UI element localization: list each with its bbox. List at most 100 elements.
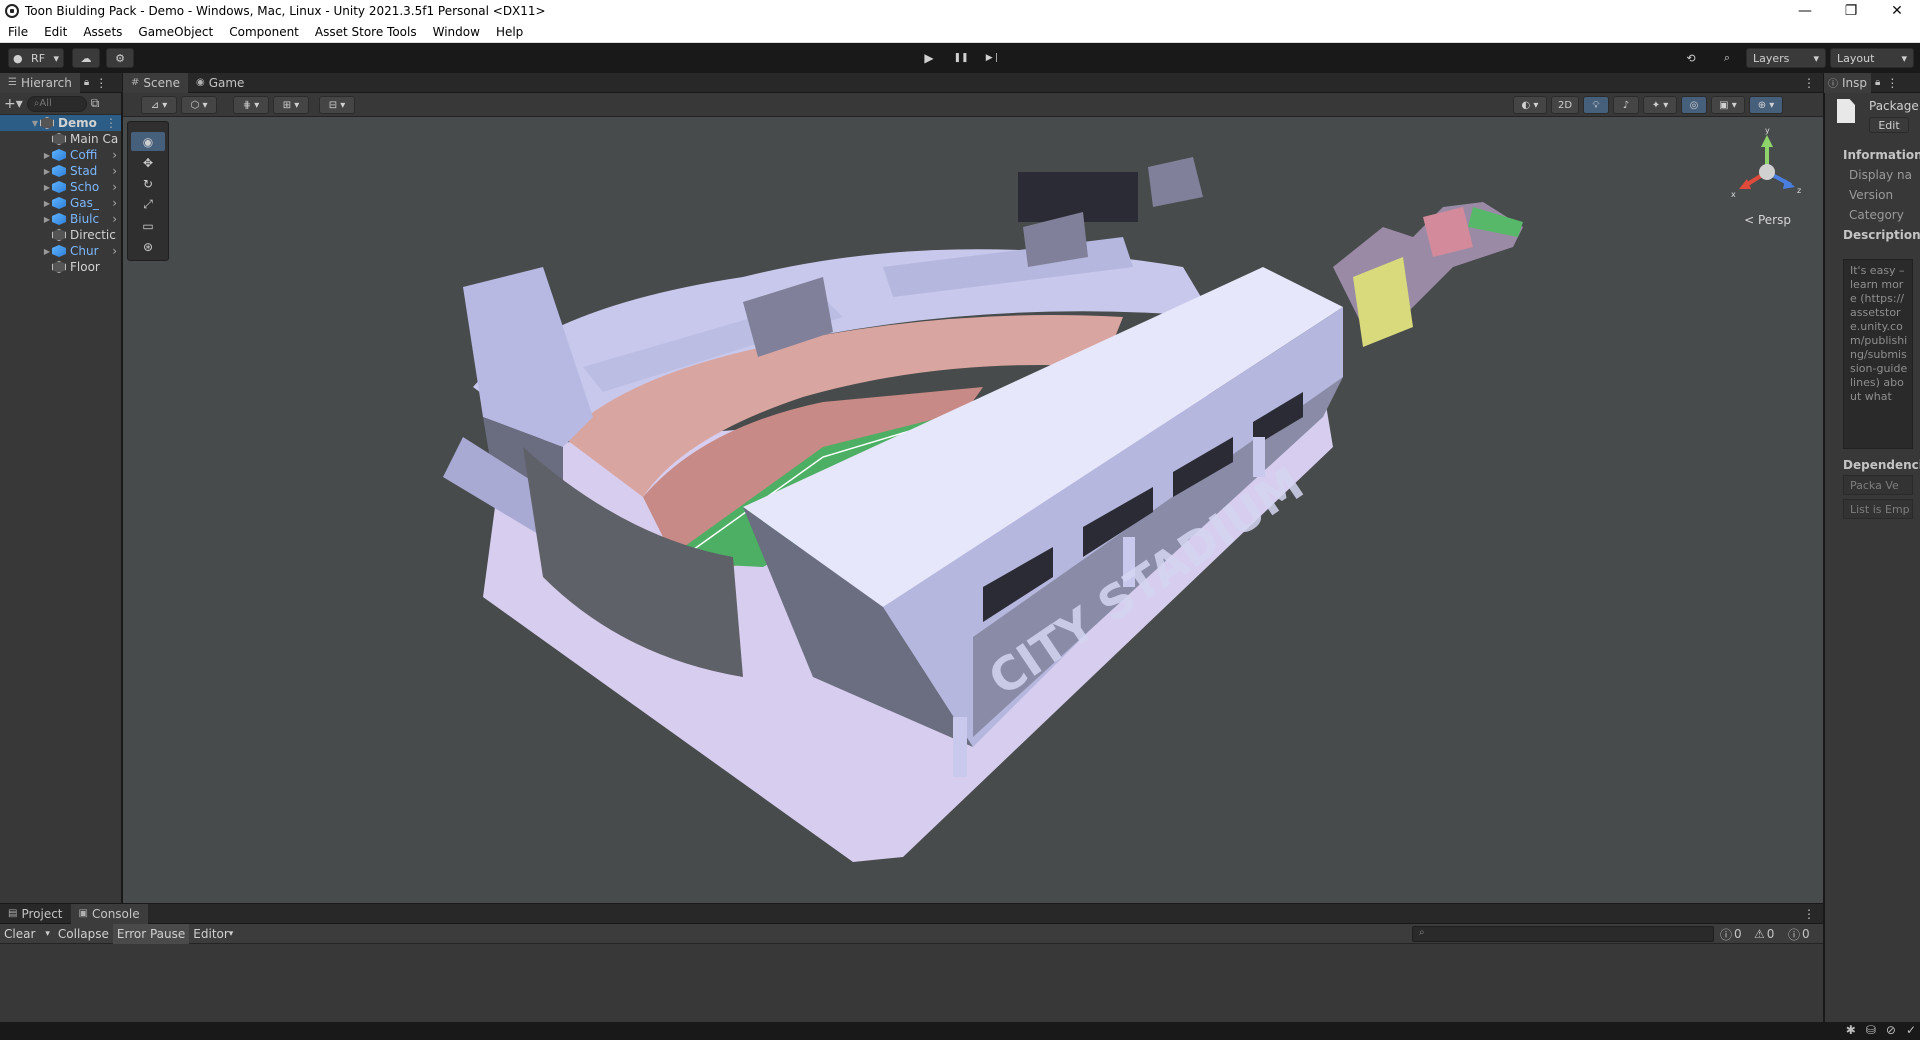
menu-component[interactable]: Component <box>221 25 307 39</box>
menu-edit[interactable]: Edit <box>36 25 75 39</box>
kebab-menu-icon[interactable]: ⋮ <box>1886 76 1898 90</box>
debug-off-icon[interactable]: ⊘ <box>1886 1023 1896 1037</box>
view-tool-button[interactable]: ◉ <box>131 132 165 151</box>
editor-dropdown[interactable]: Editor ▾ <box>189 924 237 944</box>
description-textarea[interactable]: It's easy – learn more (https://assetsto… <box>1843 259 1913 449</box>
clear-button[interactable]: Clear ▾ <box>0 924 54 944</box>
mode-2d-toggle[interactable]: 2D <box>1551 96 1579 114</box>
kebab-menu-icon[interactable]: ⋮ <box>105 116 117 130</box>
camera-dropdown[interactable]: ▣ ▾ <box>1711 96 1745 114</box>
database-icon[interactable]: ⛁ <box>1866 1023 1876 1037</box>
hierarchy-item[interactable]: ▶ Stad › <box>0 163 121 179</box>
log-count-toggle[interactable]: ⓘ 0 <box>1720 925 1742 943</box>
scene-viewport[interactable]: CITY STADIUM ◉ ✥ ↻ ⤢ ▭ ⊛ y x z < Persp <box>123 117 1823 903</box>
search-button[interactable]: ⌕ <box>1712 48 1742 68</box>
scene-visibility-toggle[interactable]: ◎ <box>1681 96 1707 114</box>
scale-tool-button[interactable]: ⤢ <box>131 195 165 214</box>
shading-mode-dropdown[interactable]: ◐ ▾ <box>1513 96 1547 114</box>
undo-history-button[interactable]: ⟲ <box>1676 48 1706 68</box>
orientation-gizmo[interactable]: y x z <box>1727 126 1807 247</box>
chevron-right-icon[interactable]: › <box>112 164 117 178</box>
menu-window[interactable]: Window <box>425 25 488 39</box>
expand-arrow-icon[interactable]: ▶ <box>42 183 52 192</box>
expand-arrow-icon[interactable]: ▶ <box>42 247 52 256</box>
maximize-button[interactable]: ❐ <box>1828 0 1874 22</box>
grid-visibility-dropdown[interactable]: ⊞ ▾ <box>273 96 309 114</box>
bug-icon[interactable]: ✱ <box>1846 1023 1856 1037</box>
error-pause-button[interactable]: Error Pause <box>112 923 190 944</box>
hierarchy-search-input[interactable]: ⌕ All <box>26 95 87 112</box>
hierarchy-item[interactable]: ▶ Biulc › <box>0 211 121 227</box>
add-button[interactable]: +▾ <box>4 96 23 112</box>
draw-mode-dropdown[interactable]: ⬡ ▾ <box>181 96 217 114</box>
gizmos-dropdown[interactable]: ⊕ ▾ <box>1749 96 1783 114</box>
effects-dropdown[interactable]: ✦ ▾ <box>1643 96 1677 114</box>
expand-arrow-icon[interactable]: ▶ <box>42 199 52 208</box>
account-dropdown[interactable]: ● RF ▾ <box>8 48 64 68</box>
pause-button[interactable]: ❚❚ <box>946 48 976 68</box>
menu-assets[interactable]: Assets <box>75 25 130 39</box>
move-tool-button[interactable]: ✥ <box>131 153 165 172</box>
layers-dropdown[interactable]: Layers ▾ <box>1746 48 1826 68</box>
lock-icon[interactable]: 🔒︎ <box>1875 77 1880 88</box>
expand-arrow-icon[interactable]: ▼ <box>30 119 40 128</box>
increment-snap-dropdown[interactable]: ⊟ ▾ <box>319 96 355 114</box>
check-icon[interactable]: ✓ <box>1906 1023 1916 1037</box>
tab-project[interactable]: ▤ Project <box>0 904 71 924</box>
rotate-tool-button[interactable]: ↻ <box>131 174 165 193</box>
transform-tool-button[interactable]: ⊛ <box>131 237 165 256</box>
hierarchy-item[interactable]: ▶ Coffi › <box>0 147 121 163</box>
console-log-area[interactable] <box>0 944 1823 1022</box>
grid-snap-dropdown[interactable]: ⋕ ▾ <box>233 96 269 114</box>
play-button[interactable]: ▶ <box>914 48 944 68</box>
collab-button[interactable]: ⚙ <box>106 48 134 68</box>
audio-toggle[interactable]: ♪ <box>1613 96 1639 114</box>
kebab-menu-icon[interactable]: ⋮ <box>1803 76 1815 90</box>
stadium-model[interactable]: CITY STADIUM <box>123 117 1823 903</box>
error-count-toggle[interactable]: ⓘ 0 <box>1788 925 1810 943</box>
close-button[interactable]: ✕ <box>1874 0 1920 22</box>
menu-asset-store-tools[interactable]: Asset Store Tools <box>307 25 425 39</box>
hierarchy-item[interactable]: ▶ Scho › <box>0 179 121 195</box>
hierarchy-item[interactable]: ▶ Gas_ › <box>0 195 121 211</box>
edit-button[interactable]: Edit <box>1869 117 1909 133</box>
warning-count-toggle[interactable]: ⚠ 0 <box>1754 925 1774 943</box>
expand-arrow-icon[interactable]: ▶ <box>42 167 52 176</box>
kebab-menu-icon[interactable]: ⋮ <box>1803 907 1815 921</box>
chevron-down-icon[interactable]: ▾ <box>45 929 50 939</box>
hierarchy-item[interactable]: ▶ Chur › <box>0 243 121 259</box>
projection-toggle[interactable]: < Persp <box>1744 213 1791 227</box>
hierarchy-item[interactable]: Directic <box>0 227 121 243</box>
chevron-right-icon[interactable]: › <box>112 148 117 162</box>
hierarchy-item[interactable]: Main Ca <box>0 131 121 147</box>
expand-arrow-icon[interactable]: ▶ <box>42 215 52 224</box>
rect-tool-button[interactable]: ▭ <box>131 216 165 235</box>
tab-console[interactable]: ▣ Console <box>70 903 148 924</box>
lock-icon[interactable]: 🔒︎ <box>84 77 89 88</box>
step-button[interactable]: ▶❘ <box>978 48 1008 68</box>
expand-arrow-icon[interactable]: ▶ <box>42 151 52 160</box>
minimize-button[interactable]: — <box>1782 0 1828 22</box>
tab-hierarchy[interactable]: ☰ Hierarch <box>0 72 80 93</box>
tab-scene[interactable]: # Scene <box>123 72 188 93</box>
chevron-right-icon[interactable]: › <box>112 244 117 258</box>
menu-file[interactable]: File <box>0 25 36 39</box>
tab-inspector[interactable]: ⓘ Insp <box>1824 72 1872 93</box>
scene-visibility-icon[interactable]: ⧉ <box>91 96 100 111</box>
hierarchy-scene-row[interactable]: ▼ Demo ⋮ <box>0 115 121 131</box>
chevron-right-icon[interactable]: › <box>112 196 117 210</box>
kebab-menu-icon[interactable]: ⋮ <box>95 76 107 90</box>
chevron-right-icon[interactable]: › <box>112 212 117 226</box>
tool-handle-dropdown[interactable]: ⊿ ▾ <box>141 96 177 114</box>
chevron-right-icon[interactable]: › <box>112 180 117 194</box>
menu-help[interactable]: Help <box>488 25 531 39</box>
axis-gizmo[interactable]: y x z <box>1727 126 1807 217</box>
cloud-button[interactable]: ☁ <box>72 48 100 68</box>
layout-dropdown[interactable]: Layout ▾ <box>1830 48 1914 68</box>
tab-game[interactable]: ◉ Game <box>188 73 252 93</box>
lighting-toggle[interactable]: 💡︎ <box>1583 96 1609 114</box>
hierarchy-item[interactable]: Floor <box>0 259 121 275</box>
console-search-input[interactable]: ⌕ <box>1412 926 1714 942</box>
menu-gameobject[interactable]: GameObject <box>130 25 221 39</box>
collapse-button[interactable]: Collapse <box>54 924 113 944</box>
